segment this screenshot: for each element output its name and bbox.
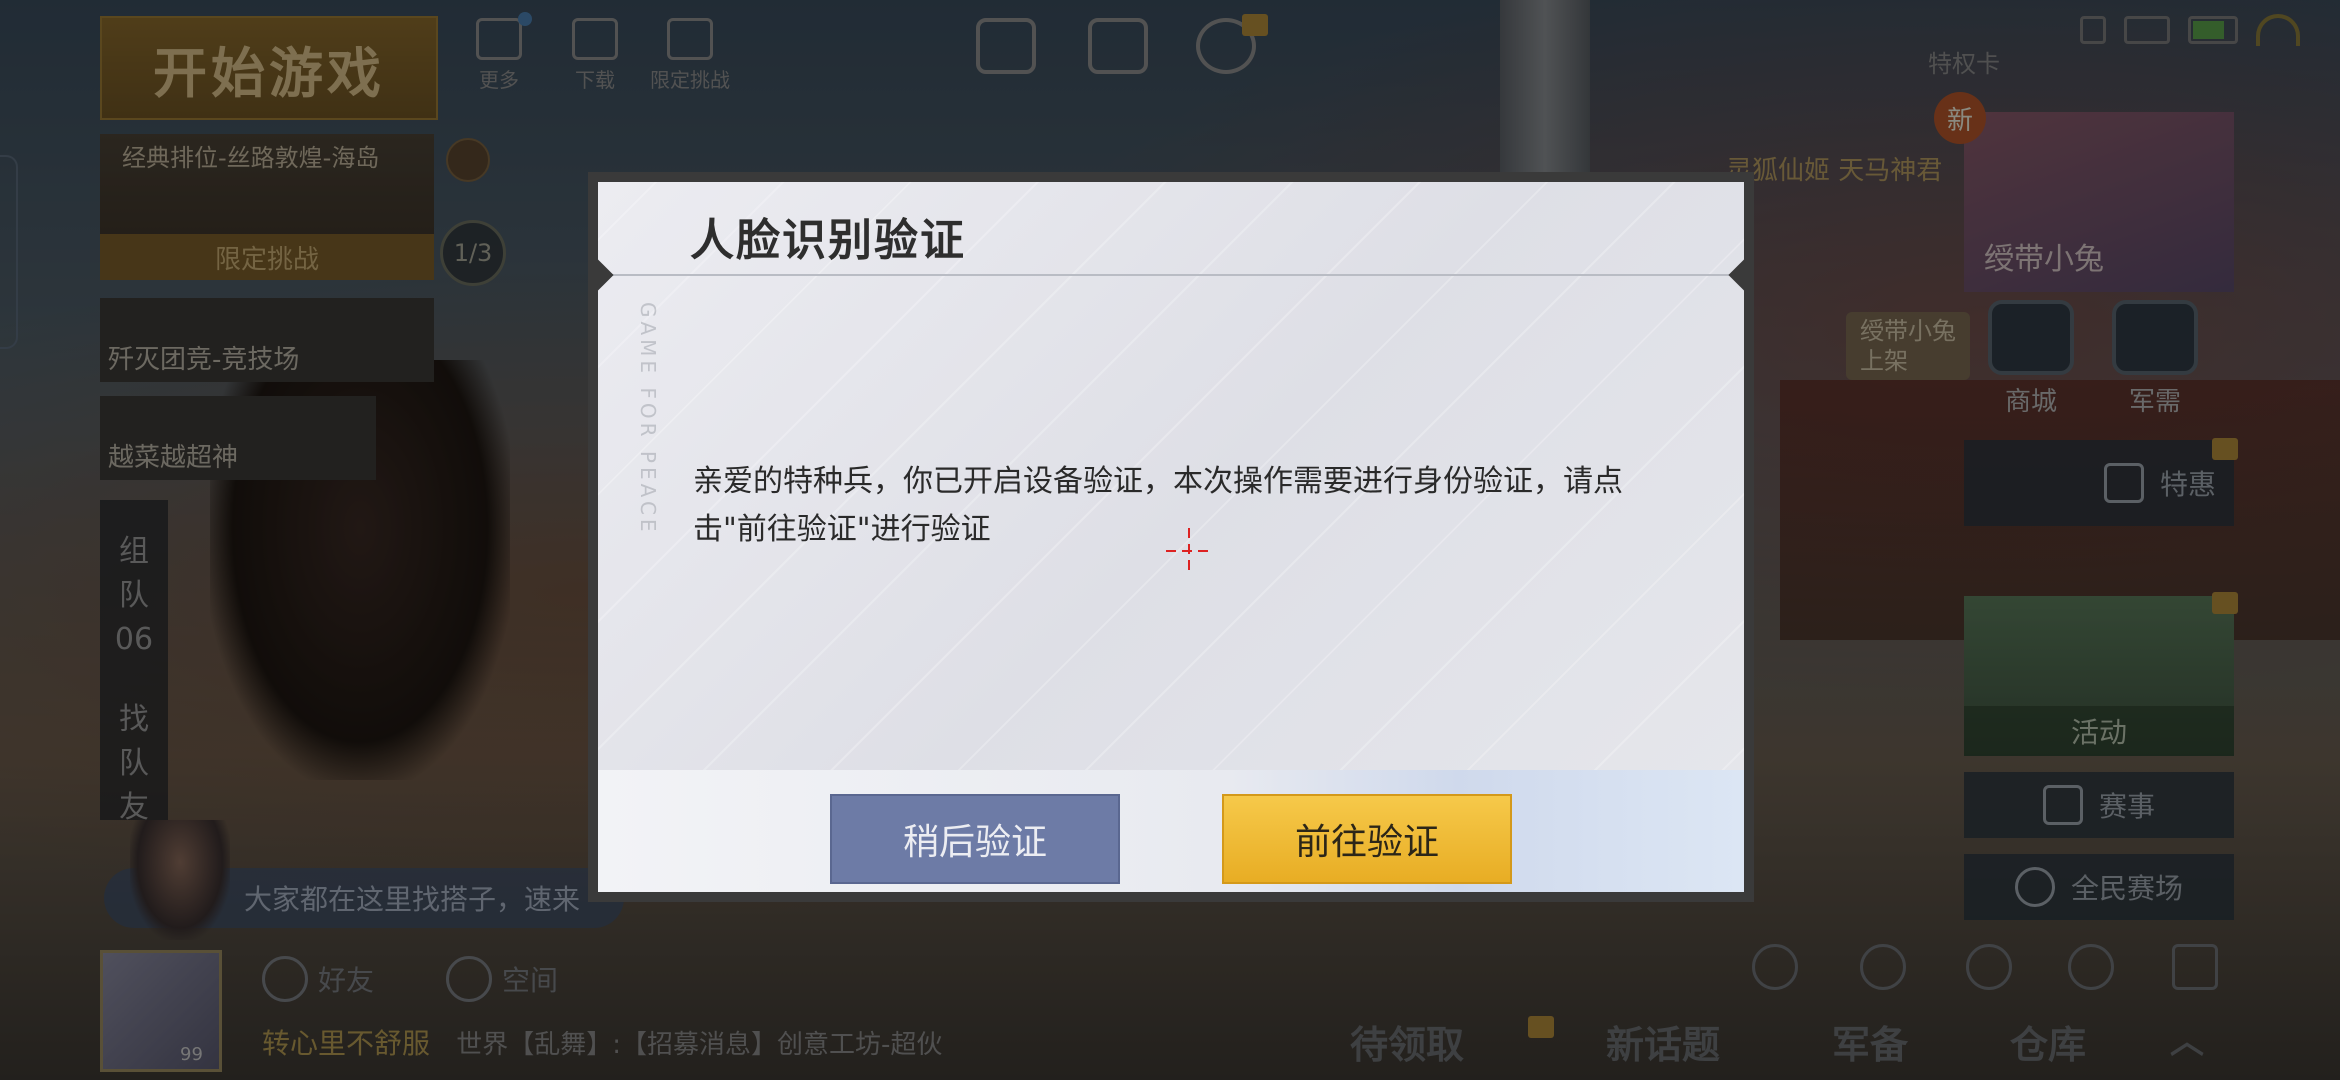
dialog-footer: 稍后验证 前往验证 <box>598 770 1744 892</box>
go-verify-button[interactable]: 前往验证 <box>1222 794 1512 884</box>
face-verification-dialog: 人脸识别验证 GAME FOR PEACE 亲爱的特种兵，你已开启设备验证，本次… <box>588 172 1754 902</box>
dialog-header: 人脸识别验证 <box>598 182 1744 276</box>
crosshair-icon <box>1166 528 1212 574</box>
dialog-title: 人脸识别验证 <box>690 215 966 266</box>
verify-later-label: 稍后验证 <box>902 822 1047 863</box>
verify-later-button[interactable]: 稍后验证 <box>830 794 1120 884</box>
go-verify-label: 前往验证 <box>1294 822 1439 863</box>
dialog-body: 人脸识别验证 GAME FOR PEACE 亲爱的特种兵，你已开启设备验证，本次… <box>598 182 1744 892</box>
watermark: GAME FOR PEACE <box>636 302 660 536</box>
